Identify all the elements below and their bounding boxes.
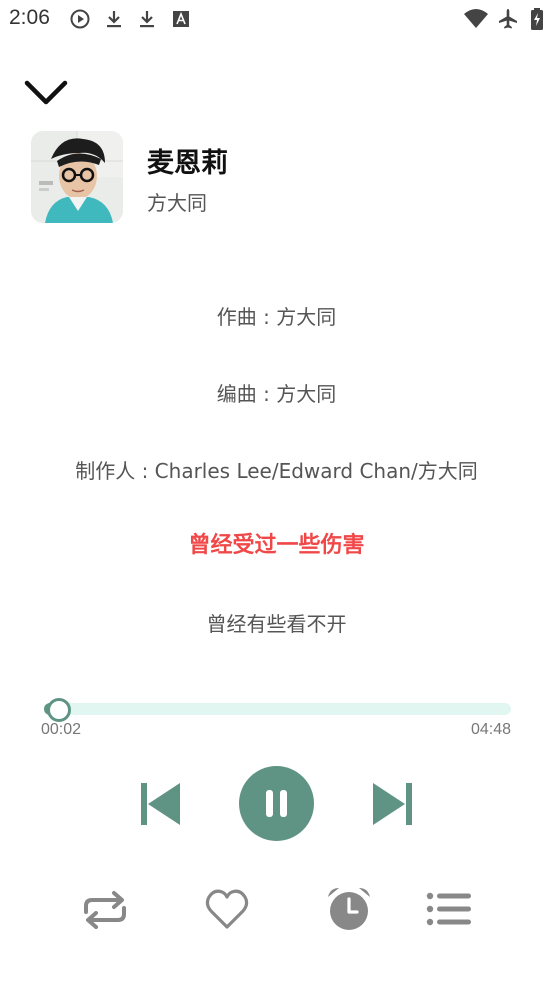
playlist-button[interactable] [425,890,473,930]
artist-name[interactable]: 方大同 [147,187,207,216]
repeat-icon [84,891,126,929]
album-cover[interactable] [31,131,123,223]
status-bar: 2:06 [0,0,553,38]
current-time: 00:02 [41,721,82,738]
wifi-icon [463,8,488,30]
sleep-timer-button[interactable] [324,884,374,934]
download-icon [103,8,125,30]
previous-button[interactable] [139,780,181,828]
next-button[interactable] [372,780,414,828]
chevron-down-icon [24,80,68,105]
lyric-line-active[interactable]: 曾经受过一些伤害 [0,527,553,559]
status-time: 2:06 [9,6,50,29]
skip-previous-icon [141,783,180,825]
repeat-button[interactable] [80,888,130,932]
lyric-line[interactable]: 制作人 : Charles Lee/Edward Chan/方大同 [0,455,553,484]
airplane-icon [497,8,519,30]
total-time: 04:48 [470,721,511,738]
song-title: 麦恩莉 [147,148,228,179]
progress-thumb[interactable] [47,698,71,722]
album-art-image [31,131,123,223]
lyric-line[interactable]: 作曲 : 方大同 [0,301,553,330]
favorite-button[interactable] [203,885,251,933]
play-circle-icon [69,8,91,30]
pause-icon [266,790,287,817]
playlist-icon [426,892,471,926]
alarm-clock-icon [328,888,370,930]
lyric-line[interactable]: 编曲 : 方大同 [0,378,553,407]
collapse-button[interactable] [22,72,70,112]
progress-slider[interactable] [44,698,511,722]
download-icon [136,8,158,30]
heart-icon [205,889,249,929]
skip-next-icon [373,783,412,825]
a-notification-icon [170,8,192,30]
battery-charging-icon [530,8,544,30]
pause-button[interactable] [239,766,314,841]
lyric-line[interactable]: 曾经有些看不开 [0,608,553,637]
